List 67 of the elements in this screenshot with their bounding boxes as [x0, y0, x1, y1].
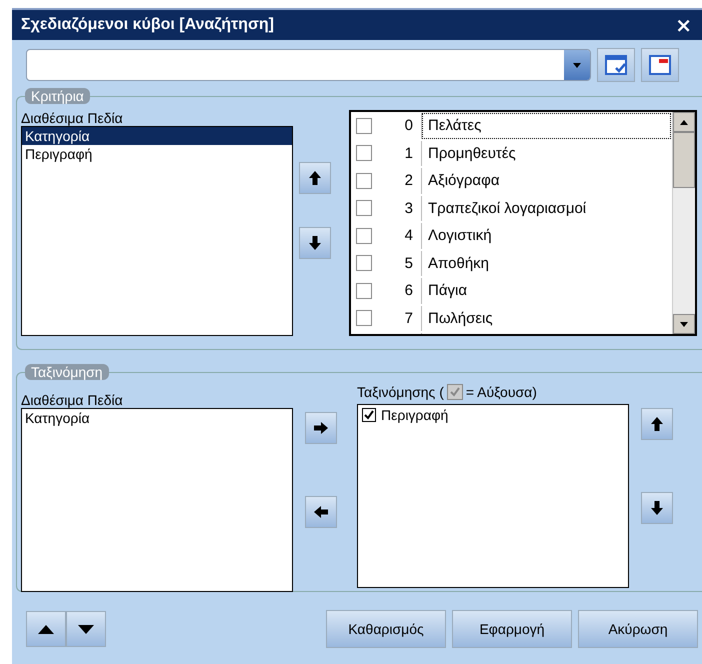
checkbox[interactable]	[356, 228, 372, 244]
field-label: Ταξινόμησης (	[357, 384, 444, 400]
scrollbar-thumb[interactable]	[673, 132, 695, 188]
dialog-button[interactable]: Καθαρισμός	[326, 610, 446, 648]
checkbox[interactable]	[356, 310, 372, 326]
window-title: Σχεδιαζόμενοι κύβοι [Αναζήτηση]	[21, 16, 274, 34]
list-item[interactable]: Κατηγορία	[22, 127, 292, 145]
remove-button[interactable]	[305, 496, 337, 528]
down-triangle-icon	[78, 624, 94, 634]
close-button[interactable]: ×	[673, 13, 694, 37]
row-number: 2	[372, 168, 422, 194]
group-title: Κριτήρια	[25, 88, 90, 104]
row-number: 1	[372, 140, 422, 166]
field-label: Διαθέσιμα Πεδία	[21, 392, 124, 408]
up-arrow-icon	[651, 417, 663, 431]
next-button[interactable]	[66, 611, 106, 647]
row-number: 3	[372, 196, 422, 221]
checkbox[interactable]	[356, 118, 372, 134]
checkbox[interactable]	[362, 408, 376, 422]
group-title: Ταξινόμηση	[25, 364, 109, 380]
list-item[interactable]: Περιγραφή	[381, 407, 448, 423]
apply-filter-button[interactable]	[597, 48, 635, 82]
checkbox[interactable]	[356, 172, 372, 189]
previous-button[interactable]	[26, 611, 66, 647]
row-number: 7	[372, 306, 422, 331]
dropdown-icon	[564, 50, 590, 80]
left-arrow-icon	[314, 506, 328, 518]
move-down-button[interactable]	[299, 227, 331, 259]
move-up-button[interactable]	[641, 408, 673, 440]
grid-cell[interactable]: Αποθήκη	[422, 250, 671, 276]
right-arrow-icon	[314, 422, 328, 434]
checkbox-icon	[446, 384, 463, 400]
list-item[interactable]: Περιγραφή	[22, 145, 292, 163]
down-arrow-icon	[651, 501, 663, 515]
up-triangle-icon	[680, 120, 688, 124]
dialog-button[interactable]: Ακύρωση	[578, 610, 698, 648]
grid-cell[interactable]: Τραπεζικοί λογαριασμοί	[422, 196, 671, 221]
checkbox[interactable]	[356, 200, 372, 216]
field-label: Διαθέσιμα Πεδία	[21, 110, 124, 126]
down-arrow-icon	[309, 236, 321, 250]
row-number: 0	[372, 113, 422, 138]
row-number: 4	[372, 223, 422, 248]
grid-cell[interactable]: Λογιστική	[422, 223, 671, 248]
move-down-button[interactable]	[641, 492, 673, 524]
grid-cell[interactable]: Πωλήσεις	[422, 306, 671, 331]
down-triangle-icon	[680, 322, 688, 326]
field-label: = Αύξουσα)	[466, 384, 537, 400]
list-item[interactable]: Κατηγορία	[22, 409, 292, 427]
grid-cell[interactable]: Προμηθευτές	[422, 140, 671, 166]
checkbox[interactable]	[356, 255, 372, 272]
checkbox[interactable]	[356, 282, 372, 299]
grid-cell[interactable]: Αξιόγραφα	[422, 168, 671, 194]
dialog-button[interactable]: Εφαρμογή	[452, 610, 572, 648]
checkbox[interactable]	[356, 145, 372, 162]
window-icon	[649, 54, 671, 76]
grid-cell[interactable]: Πάγια	[422, 278, 671, 304]
row-number: 6	[372, 278, 422, 304]
clear-filter-button[interactable]	[641, 48, 679, 82]
search-combo[interactable]	[26, 49, 591, 81]
add-button[interactable]	[305, 412, 337, 444]
grid-cell[interactable]: Πελάτες	[422, 113, 671, 138]
up-arrow-icon	[309, 171, 321, 185]
scrollbar[interactable]	[672, 112, 695, 334]
window-check-icon	[605, 54, 627, 76]
up-triangle-icon	[38, 624, 54, 634]
move-up-button[interactable]	[299, 162, 331, 194]
row-number: 5	[372, 250, 422, 276]
